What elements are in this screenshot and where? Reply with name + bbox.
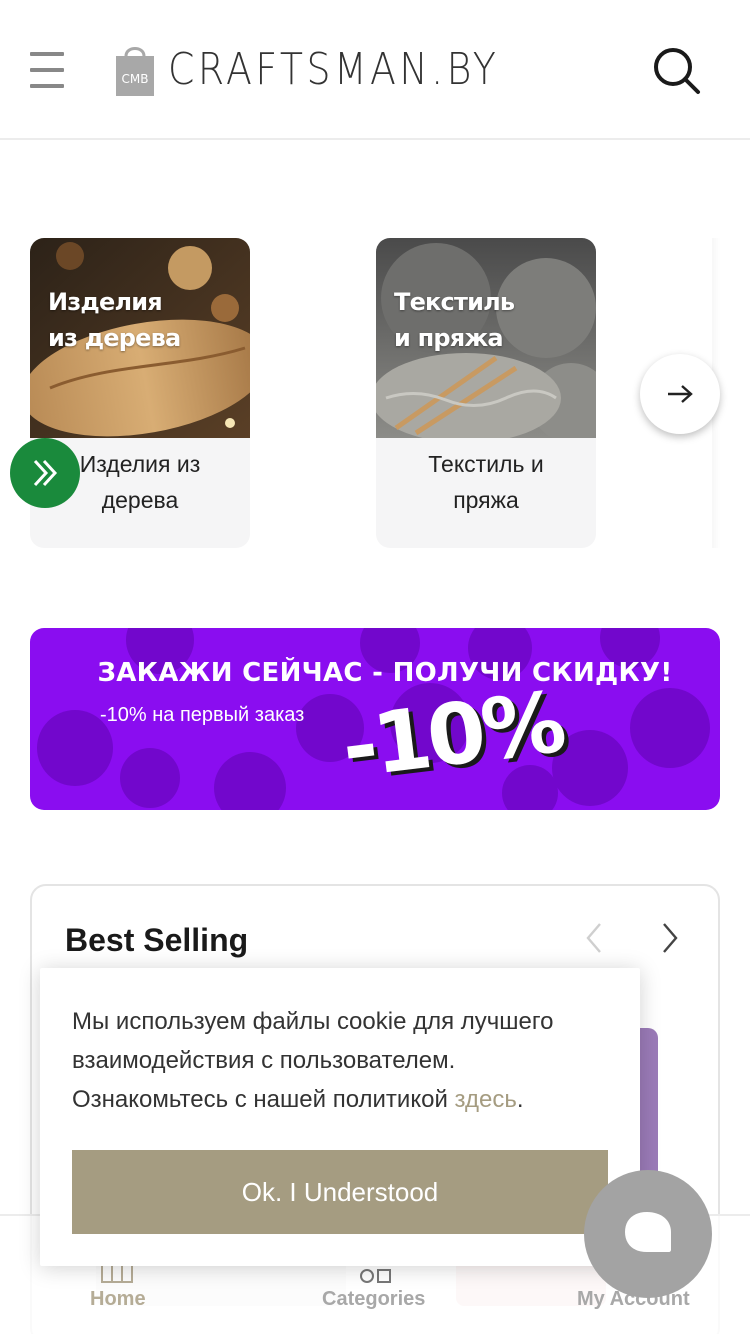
arrow-right-icon [668, 385, 693, 403]
cookie-policy-link[interactable]: здесь [455, 1086, 517, 1113]
nav-home[interactable]: Home [90, 1288, 146, 1311]
site-logo[interactable]: CMB CRAFTSMAN.BY [112, 40, 553, 100]
carousel-next-button[interactable] [640, 354, 720, 434]
category-image-caption: Изделия из дерева [48, 288, 181, 352]
category-carousel: Изделия из дерева Изделия из дерева Текс… [0, 238, 750, 548]
chevron-left-icon [586, 923, 601, 953]
banner-subtitle: -10% на первый заказ [100, 704, 305, 726]
chat-bubble-icon [625, 1212, 671, 1252]
category-image-caption: Текстиль и пряжа [394, 288, 515, 352]
chevron-right-icon [663, 923, 678, 953]
promo-banner[interactable]: ЗАКАЖИ СЕЙЧАС - ПОЛУЧИ СКИДКУ! -10% на п… [30, 628, 720, 810]
expand-sidebar-button[interactable] [10, 438, 80, 508]
double-chevron-right-icon [33, 459, 58, 487]
hamburger-icon [30, 52, 64, 56]
banner-headline: ЗАКАЖИ СЕЙЧАС - ПОЛУЧИ СКИДКУ! [97, 658, 673, 688]
cookie-message: Мы используем файлы cookie для лучшего в… [72, 1008, 554, 1113]
category-card-textile[interactable]: Текстиль и пряжа Текстиль и пряжа [376, 238, 596, 548]
logo-bag-text: CMB [122, 72, 149, 86]
category-label: Текстиль и пряжа [428, 451, 544, 513]
chat-button[interactable] [584, 1170, 712, 1298]
shopping-bag-icon: CMB [112, 42, 158, 98]
best-selling-next-button[interactable] [652, 920, 688, 956]
site-header: CMB CRAFTSMAN.BY [0, 0, 750, 140]
cookie-accept-button[interactable]: Ok. I Understood [72, 1150, 608, 1234]
nav-categories[interactable]: Categories [322, 1288, 425, 1311]
hamburger-menu-button[interactable] [30, 52, 66, 92]
search-button[interactable] [650, 44, 704, 98]
cookie-consent-dialog: Мы используем файлы cookie для лучшего в… [40, 968, 640, 1266]
section-title: Best Selling [65, 922, 249, 958]
search-icon [654, 48, 700, 94]
logo-text: CRAFTSMAN.BY [168, 44, 500, 95]
best-selling-prev-button[interactable] [576, 920, 612, 956]
